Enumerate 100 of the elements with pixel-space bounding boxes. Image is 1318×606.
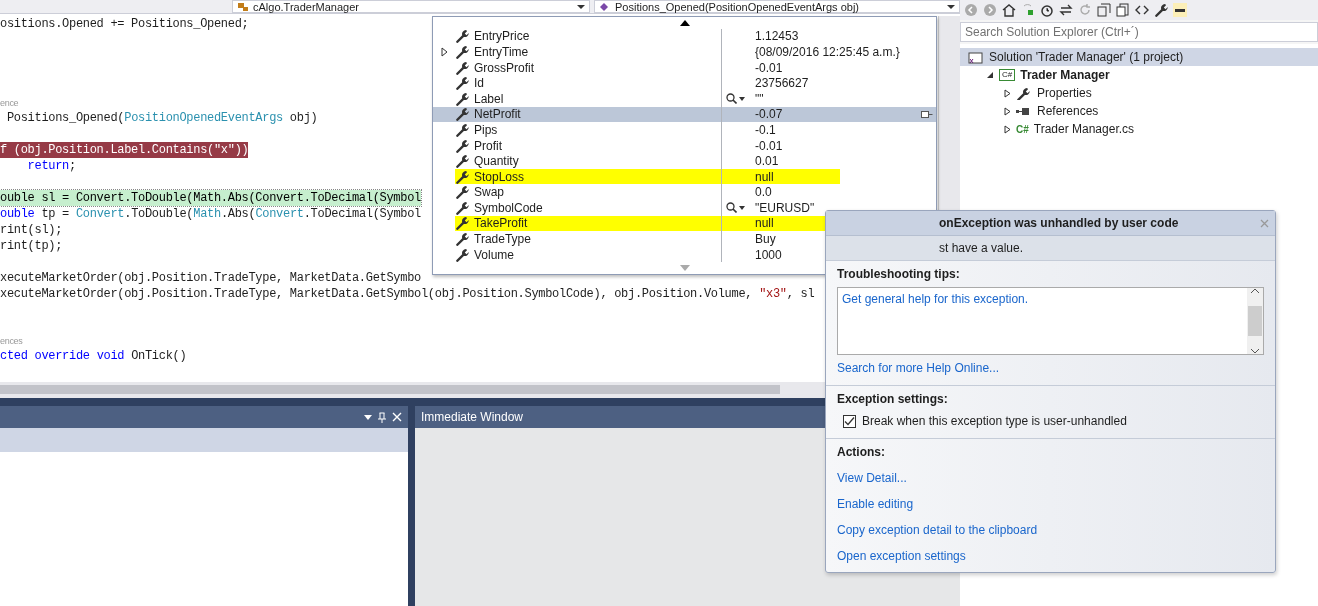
method-icon — [599, 1, 611, 12]
property-value: -0.07 — [755, 106, 783, 124]
tree-item[interactable]: Solution 'Trader Manager' (1 project) — [960, 48, 1318, 66]
action-link[interactable]: Copy exception detail to the clipboard — [837, 521, 1038, 539]
error-message: st have a value. — [939, 240, 1024, 257]
wrench-icon — [455, 247, 469, 262]
tree-item[interactable]: C# Trader Manager — [960, 66, 1318, 84]
wrench-icon[interactable] — [1154, 3, 1168, 17]
search-icon[interactable] — [726, 202, 737, 214]
datatip-row[interactable]: Label "" — [433, 90, 936, 107]
property-name: Quantity — [474, 153, 519, 171]
property-value: null — [755, 168, 774, 186]
switch-icon[interactable] — [1059, 3, 1073, 17]
search-icon[interactable] — [726, 93, 737, 105]
code-icon[interactable] — [1135, 3, 1149, 17]
property-value: Buy — [755, 231, 776, 249]
popup-title: onException was unhandled by user code — [939, 215, 1180, 232]
home-icon[interactable] — [1002, 3, 1016, 17]
help-link[interactable]: Search for more Help Online... — [837, 359, 1000, 377]
action-link[interactable]: Open exception settings — [837, 547, 966, 565]
property-value: -0.01 — [755, 137, 783, 155]
wrench-icon — [455, 232, 469, 247]
code-line: xecuteMarketOrder(obj.Position.TradeType, MarketData.GetSymbo — [0, 270, 421, 286]
collapse-icon[interactable] — [1097, 3, 1111, 17]
datatip-row[interactable]: Pips -0.1 — [433, 122, 936, 138]
search-field[interactable]: Search Solution Explorer (Ctrl+´) — [960, 22, 1318, 42]
property-name: StopLoss — [474, 168, 525, 186]
scrollbar-thumb[interactable] — [1248, 306, 1262, 336]
pin-icon[interactable] — [921, 109, 933, 119]
scroll-up-icon[interactable] — [1251, 288, 1259, 293]
datatip-row[interactable]: GrossProfit -0.01 — [433, 59, 936, 76]
property-value: {08/09/2016 12:25:45 a.m.} — [755, 43, 900, 61]
wrench-icon — [455, 122, 469, 137]
property-name: Pips — [474, 121, 498, 139]
property-value: "EURUSD" — [755, 199, 815, 217]
caret-icon[interactable] — [739, 96, 745, 101]
section-heading: Actions: — [837, 444, 885, 461]
wrench-icon — [455, 60, 469, 75]
pin-icon[interactable] — [1173, 3, 1187, 17]
caret-icon[interactable] — [739, 205, 745, 210]
wrench-icon — [455, 44, 469, 59]
wrench-icon — [455, 107, 469, 122]
property-value: 1000 — [755, 246, 782, 264]
panel-title: Immediate Window — [421, 409, 524, 426]
wrench-icon — [455, 185, 469, 200]
code-line: cted override void OnTick() — [0, 348, 187, 364]
datatip-row[interactable]: Swap 0.0 — [433, 184, 936, 201]
checkbox-label: Break when this exception type is user-unhandled — [862, 413, 1127, 430]
clock-icon[interactable] — [1040, 3, 1054, 17]
code-line: ouble tp = Convert.ToDouble(Math.Abs(Convert.ToDecimal(Symbol — [0, 206, 422, 222]
code-line: return; — [26, 158, 76, 174]
property-name: Swap — [474, 184, 505, 202]
code-line: ositions.Opened += Positions_Opened; — [0, 16, 249, 32]
dropdown[interactable]: cAlgo.TraderManager — [232, 0, 590, 13]
expand-icon[interactable] — [440, 46, 448, 57]
property-value: 23756627 — [755, 75, 809, 93]
wrench-icon — [455, 138, 469, 153]
datatip-row[interactable]: NetProfit -0.07 — [433, 106, 936, 123]
expanded-icon[interactable] — [986, 71, 994, 79]
code-line: Positions_Opened(PositionOpenedEventArgs obj) — [5, 110, 318, 126]
property-name: TakeProfit — [474, 215, 528, 233]
wrench-icon — [1016, 86, 1032, 100]
property-name: SymbolCode — [474, 199, 543, 217]
scroll-up-icon[interactable] — [679, 19, 690, 26]
tree-item[interactable]: Properties — [960, 84, 1318, 102]
property-value: "" — [755, 90, 764, 108]
property-value: 0.01 — [755, 153, 779, 171]
property-value: 1.12453 — [755, 28, 799, 46]
code-line: xecuteMarketOrder(obj.Position.TradeType, MarketData.GetSymbol(obj.Position.SymbolCode), obj.Position.Volume, "x3", sl — [0, 286, 815, 302]
wrench-icon — [455, 216, 469, 231]
caret-icon — [577, 3, 585, 10]
action-link[interactable]: View Detail... — [837, 469, 907, 487]
dropdown[interactable]: Positions_Opened(PositionOpenedEventArgs obj) — [594, 0, 960, 13]
datatip-row[interactable]: Quantity 0.01 — [433, 153, 936, 169]
tree-item[interactable]: References — [960, 102, 1318, 120]
datatip-row[interactable]: Profit -0.01 — [433, 137, 936, 154]
class-icon — [237, 1, 249, 12]
action-link[interactable]: Enable editing — [837, 495, 914, 513]
tree-item[interactable]: C# Trader Manager.cs — [960, 120, 1318, 138]
scroll-down-icon[interactable] — [1251, 349, 1259, 354]
datatip-row[interactable]: Id 23756627 — [433, 75, 936, 91]
csharp-file-icon: C# — [1016, 121, 1029, 137]
wrench-icon — [455, 154, 469, 169]
solution-icon — [968, 50, 984, 64]
wrench-icon — [455, 29, 469, 44]
datatip-row[interactable]: EntryTime {08/09/2016 12:25:45 a.m.} — [433, 44, 936, 60]
project-icon: C# — [999, 69, 1016, 81]
property-value: -0.01 — [755, 59, 783, 77]
files-icon[interactable] — [1116, 3, 1130, 17]
property-name: NetProfit — [474, 106, 521, 124]
checkbox[interactable] — [843, 414, 856, 428]
caret-icon — [947, 3, 955, 10]
help-link[interactable]: Get general help for this exception. — [842, 290, 1029, 308]
datatip-row[interactable]: EntryPrice 1.12453 — [433, 28, 936, 45]
sync-icon[interactable] — [1021, 3, 1035, 17]
wrench-icon — [455, 91, 469, 106]
code-line: rint(tp); — [0, 238, 63, 254]
wrench-icon — [455, 76, 469, 91]
caret-icon[interactable] — [364, 414, 372, 420]
property-name: Profit — [474, 137, 502, 155]
